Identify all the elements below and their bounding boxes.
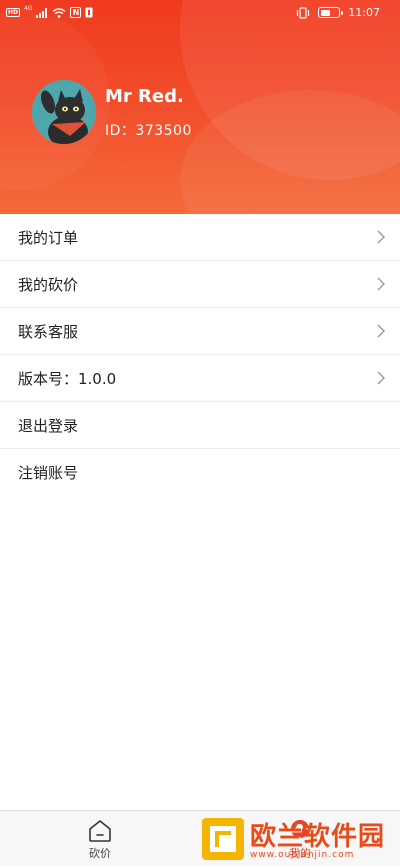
wifi-icon <box>53 7 66 18</box>
menu-item-label: 退出登录 <box>18 416 79 435</box>
menu-item-logout[interactable]: 退出登录 <box>0 402 400 449</box>
home-icon <box>89 820 111 842</box>
chevron-right-icon <box>377 230 385 244</box>
network-label: 4G <box>24 5 33 12</box>
watermark-text: 欧兰软件园 <box>250 822 386 852</box>
cat-avatar-icon <box>32 80 96 144</box>
battery-icon <box>318 7 344 18</box>
sim-icon <box>85 7 93 18</box>
username: Mr Red. <box>105 86 184 107</box>
hd-badge: HD <box>6 8 21 17</box>
status-bar: HD 4G N 11:07 <box>0 0 400 28</box>
menu-item-orders[interactable]: 我的订单 <box>0 214 400 261</box>
avatar[interactable] <box>32 80 96 144</box>
user-id: ID：373500 <box>105 123 192 139</box>
menu-item-bargains[interactable]: 我的砍价 <box>0 261 400 308</box>
menu-item-version[interactable]: 版本号：1.0.0 <box>0 355 400 402</box>
signal-icon <box>36 7 48 18</box>
vibrate-icon <box>297 6 310 19</box>
watermark-url: www.ouolanjin.com <box>250 850 355 860</box>
watermark: 欧兰软件园 www.ouolanjin.com <box>200 816 400 866</box>
tab-bargain[interactable]: 砍价 <box>70 819 130 861</box>
clock: 11:07 <box>348 6 380 19</box>
profile-header: HD 4G N 11:07 Mr Red. ID：373500 <box>0 0 400 214</box>
status-bar-left: HD 4G N <box>6 5 93 18</box>
menu-list: 我的订单 我的砍价 联系客服 版本号：1.0.0 退出登录 注销账号 <box>0 214 400 496</box>
menu-item-delete-account[interactable]: 注销账号 <box>0 449 400 496</box>
chevron-right-icon <box>377 371 385 385</box>
menu-item-customer-service[interactable]: 联系客服 <box>0 308 400 355</box>
chevron-right-icon <box>377 324 385 338</box>
menu-item-label: 我的订单 <box>18 228 79 247</box>
menu-item-label: 注销账号 <box>18 464 79 482</box>
battery-level <box>320 9 331 16</box>
tab-label: 砍价 <box>89 847 111 860</box>
chevron-right-icon <box>377 277 385 291</box>
menu-item-label: 版本号：1.0.0 <box>18 369 117 388</box>
menu-item-label: 我的砍价 <box>18 275 79 294</box>
status-bar-right: 11:07 <box>296 6 380 19</box>
menu-item-label: 联系客服 <box>18 322 79 341</box>
watermark-logo-icon <box>202 818 244 860</box>
nfc-icon: N <box>70 7 82 18</box>
